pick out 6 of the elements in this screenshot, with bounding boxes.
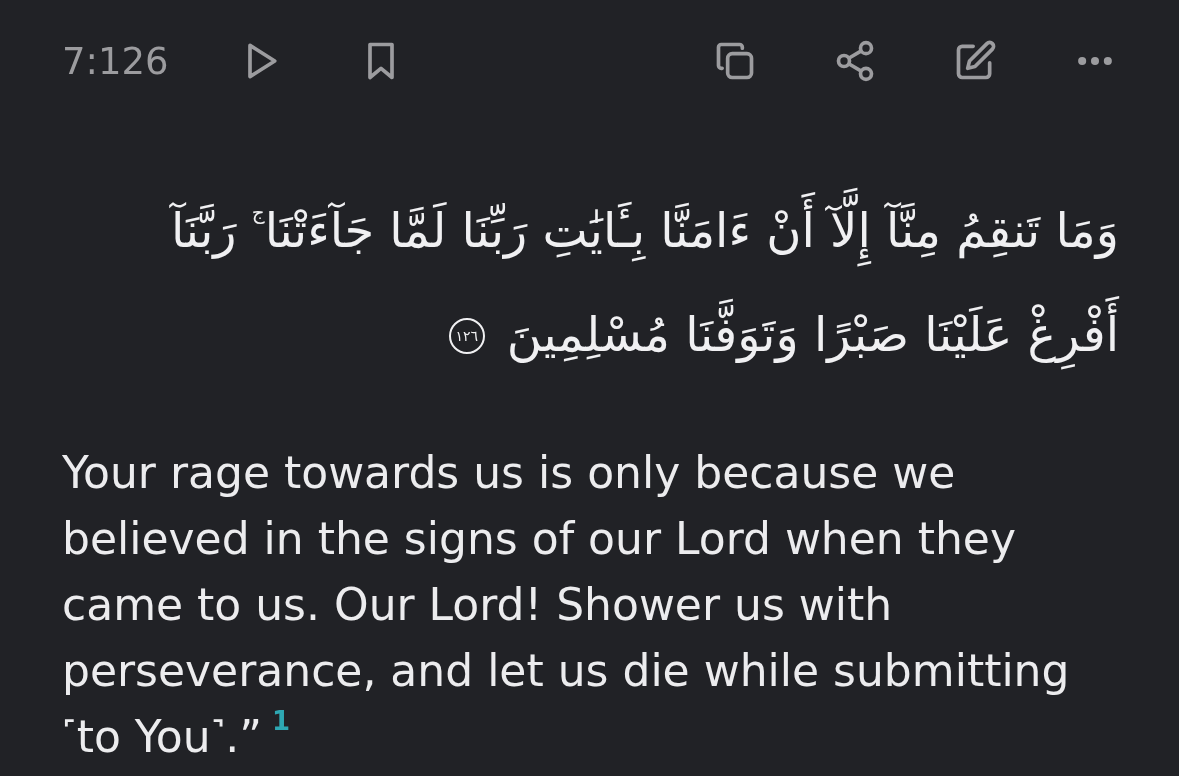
verse-reference: 7:126 [62, 39, 169, 83]
arabic-verse-line: أَفْرِغْ عَلَيْنَا صَبْرًا وَتَوَفَّنَا مُسْلِمِينَ [506, 282, 1119, 386]
translation-text: Your rage towards us is only because we believed in the signs of our Lord when they came to us. Our Lord! Shower us with perseverance, and let us die while submitting ˹to You˺.” $^{1}$ [61, 446, 1071, 764]
verse-number-marker: ١٢٦ [448, 318, 485, 354]
footnote-link[interactable]: 1 [272, 706, 291, 736]
arabic-verse-line: وَمَا تَنقِمُ مِنَّآ إِلَّآ أَنْ ءَامَنَّا بِـَٔايَٰتِ رَبِّنَا لَمَّا جَآءَتْنَا$^{ج}$ رَبَّنَآ [170, 178, 1119, 282]
